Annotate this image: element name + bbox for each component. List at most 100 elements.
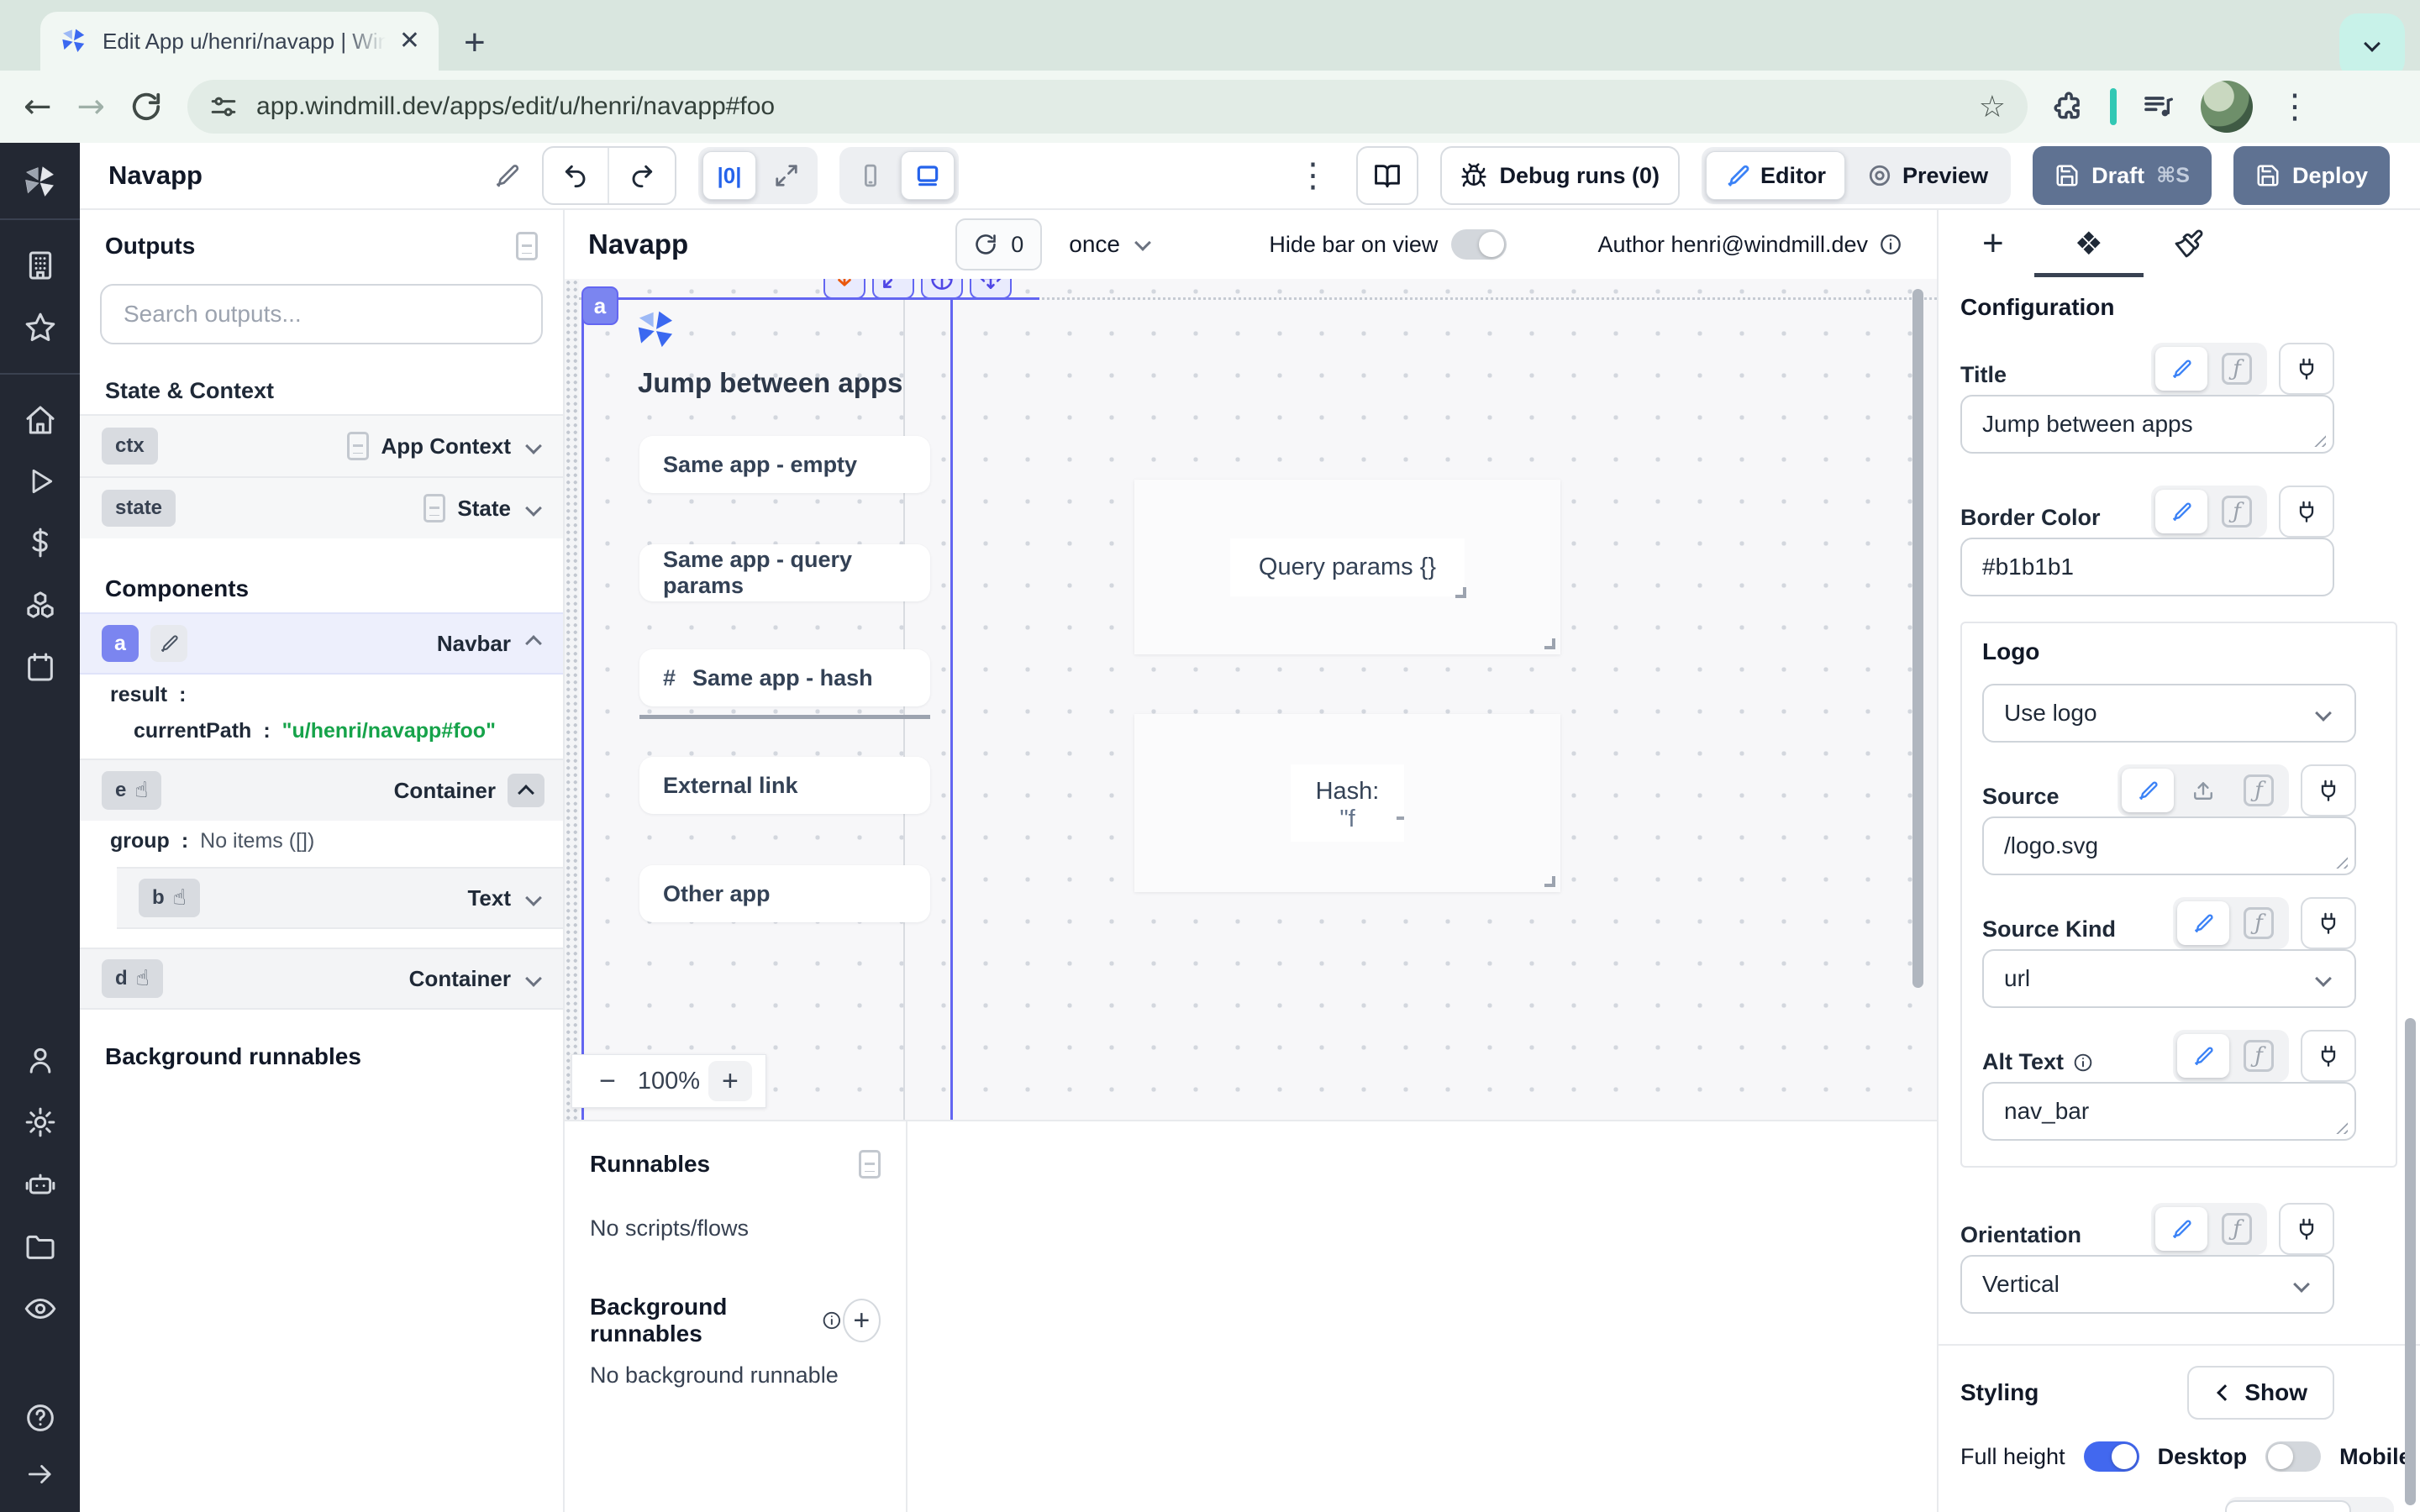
editor-tab[interactable]: Editor xyxy=(1706,151,1845,200)
media-controls-icon[interactable] xyxy=(2142,90,2175,123)
settings-icon[interactable] xyxy=(24,1105,57,1139)
reload-button[interactable] xyxy=(130,91,162,123)
resources-icon[interactable] xyxy=(24,588,57,622)
resize-corner-icon[interactable] xyxy=(1544,876,1555,887)
collapse-button[interactable] xyxy=(508,774,544,807)
site-settings-icon[interactable] xyxy=(209,92,238,121)
alt-text-input[interactable]: nav_bar xyxy=(1982,1082,2356,1141)
fx-input-button[interactable]: ƒ xyxy=(2233,901,2285,945)
window-chevron-button[interactable] xyxy=(2339,13,2405,79)
url-text[interactable]: app.windmill.dev/apps/edit/u/henri/navap… xyxy=(256,92,1960,121)
state-row[interactable]: state State xyxy=(80,476,563,538)
component-row-container-d[interactable]: d☝ Container xyxy=(80,948,563,1010)
border-color-input[interactable]: #b1b1b1 xyxy=(1960,538,2334,596)
connect-input-button[interactable] xyxy=(2279,343,2334,395)
fx-input-button[interactable]: ƒ xyxy=(2211,1207,2263,1251)
forward-button[interactable]: → xyxy=(77,87,106,126)
fx-input-button[interactable]: ƒ xyxy=(2233,769,2285,812)
back-button[interactable]: ← xyxy=(24,87,52,126)
hide-bar-toggle[interactable] xyxy=(1451,229,1507,260)
profile-avatar[interactable] xyxy=(2201,81,2253,133)
fx-input-button[interactable]: ƒ xyxy=(2211,347,2263,391)
canvas-scrollbar[interactable] xyxy=(1912,289,1923,988)
audit-eye-icon[interactable] xyxy=(24,1292,57,1326)
docs-button[interactable] xyxy=(1356,146,1418,205)
users-icon[interactable] xyxy=(24,1043,57,1077)
component-row-navbar[interactable]: a Navbar xyxy=(80,612,563,675)
navbar-component[interactable]: a Jump between apps Same app - empty Sam… xyxy=(581,297,953,1120)
source-kind-select[interactable]: url xyxy=(1982,949,2356,1008)
chevron-down-icon[interactable] xyxy=(525,970,542,987)
outputs-doc-icon[interactable] xyxy=(516,232,538,260)
show-styling-button[interactable]: Show xyxy=(2187,1366,2334,1420)
resize-corner-icon[interactable] xyxy=(1455,587,1466,598)
zoom-out-button[interactable]: − xyxy=(586,1061,629,1101)
connect-input-button[interactable] xyxy=(2279,1203,2334,1255)
extensions-icon[interactable] xyxy=(2053,91,2085,123)
run-mode-select[interactable]: once xyxy=(1069,231,1154,258)
edit-app-name-icon[interactable] xyxy=(493,162,520,189)
deploy-button[interactable]: Deploy xyxy=(2233,146,2390,205)
anchor-handle[interactable] xyxy=(921,279,963,299)
source-value-input[interactable]: /logo.svg xyxy=(1982,816,2356,875)
address-bar[interactable]: app.windmill.dev/apps/edit/u/henri/navap… xyxy=(187,80,2028,134)
add-background-runnable-button[interactable]: + xyxy=(843,1299,881,1342)
undo-button[interactable] xyxy=(544,148,609,203)
full-height-toggle[interactable] xyxy=(2084,1441,2139,1472)
folders-icon[interactable] xyxy=(24,1230,57,1263)
tab-close-icon[interactable]: ✕ xyxy=(399,29,420,54)
centered-layout-button[interactable]: |0| xyxy=(702,151,756,200)
home-icon[interactable] xyxy=(24,403,57,437)
chevron-down-icon[interactable] xyxy=(525,438,542,454)
debug-runs-button[interactable]: Debug runs (0) xyxy=(1440,146,1680,205)
fx-input-button[interactable]: ƒ xyxy=(2233,1034,2285,1078)
windmill-logo-icon[interactable] xyxy=(21,143,60,218)
help-icon[interactable] xyxy=(24,1401,57,1435)
chevron-down-icon[interactable] xyxy=(525,500,542,517)
mobile-view-button[interactable] xyxy=(844,151,897,200)
orientation-select[interactable]: Vertical xyxy=(1960,1255,2334,1314)
redo-button[interactable] xyxy=(609,148,675,203)
component-settings-tab[interactable]: ❖ xyxy=(2075,210,2103,277)
resize-corner-icon[interactable] xyxy=(1397,809,1404,820)
browser-tab[interactable]: Edit App u/henri/navapp | Win ✕ xyxy=(40,12,439,71)
static-input-button[interactable] xyxy=(2177,901,2229,945)
static-input-button[interactable] xyxy=(2155,347,2207,391)
app-canvas[interactable]: a Jump between apps Same app - empty Sam… xyxy=(565,279,1937,1120)
hash-container[interactable]: Hash: "f xyxy=(1134,714,1560,892)
query-params-text[interactable]: Query params {} xyxy=(1230,538,1465,596)
insert-below-handle[interactable] xyxy=(823,279,865,299)
ctx-row[interactable]: ctx App Context xyxy=(80,414,563,476)
bookmark-star-icon[interactable]: ☆ xyxy=(1979,90,2006,124)
nav-button-hash[interactable]: # Same app - hash xyxy=(639,649,930,706)
browser-menu-icon[interactable]: ⋮ xyxy=(2278,87,2312,126)
component-row-text-b[interactable]: b☝ Text xyxy=(117,867,563,929)
edit-component-icon[interactable] xyxy=(150,625,187,662)
workspace-icon[interactable] xyxy=(24,249,57,282)
resize-corner-icon[interactable] xyxy=(1544,638,1555,649)
desktop-mobile-toggle[interactable] xyxy=(2265,1441,2321,1472)
component-row-container-e[interactable]: e☝ Container xyxy=(80,759,563,821)
variables-icon[interactable] xyxy=(24,526,57,559)
search-outputs-input[interactable] xyxy=(100,284,543,344)
nav-button-query-params[interactable]: Same app - query params xyxy=(639,544,930,601)
expand-rail-icon[interactable] xyxy=(24,1458,56,1490)
fx-input-button[interactable]: ƒ xyxy=(2211,490,2263,533)
workers-icon[interactable] xyxy=(24,1168,57,1201)
static-input-button[interactable] xyxy=(2155,1207,2207,1251)
chevron-up-icon[interactable] xyxy=(525,635,542,652)
connect-input-button[interactable] xyxy=(2279,486,2334,538)
static-input-button[interactable] xyxy=(2122,769,2174,812)
runs-icon[interactable] xyxy=(24,465,56,497)
static-input-button[interactable] xyxy=(2155,490,2207,533)
nav-button-empty[interactable]: Same app - empty xyxy=(639,436,930,493)
desktop-view-button[interactable] xyxy=(901,151,955,200)
draft-button[interactable]: Draft ⌘S xyxy=(2033,146,2212,205)
hash-text[interactable]: Hash: "f xyxy=(1291,764,1405,842)
connect-input-button[interactable] xyxy=(2301,1030,2356,1082)
upload-input-button[interactable] xyxy=(2177,769,2229,812)
connect-input-button[interactable] xyxy=(2301,764,2356,816)
preview-tab[interactable]: Preview xyxy=(1849,151,2007,200)
title-value-input[interactable]: Jump between apps xyxy=(1960,395,2334,454)
logo-select[interactable]: Use logo xyxy=(1982,684,2356,743)
